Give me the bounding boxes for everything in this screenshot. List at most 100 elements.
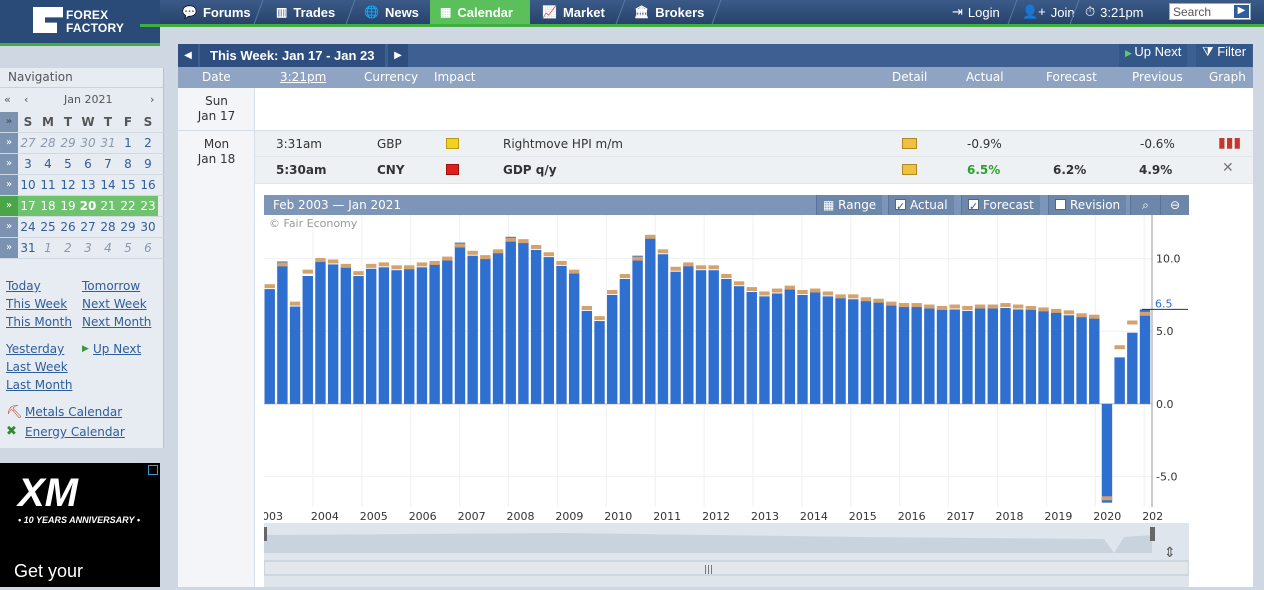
- link-up-next[interactable]: Up Next: [93, 342, 141, 356]
- calendar-day[interactable]: 31: [18, 238, 38, 258]
- nav-market[interactable]: 📈 Market: [532, 0, 615, 24]
- week-select-icon[interactable]: »: [0, 112, 18, 132]
- link-metals-calendar[interactable]: Metals Calendar: [25, 405, 122, 419]
- actual-checkbox[interactable]: [895, 197, 906, 217]
- scrollbar-grip-icon[interactable]: |||: [704, 565, 713, 575]
- ad-banner[interactable]: XM • 10 YEARS ANNIVERSARY • Get your: [0, 463, 160, 587]
- calendar-day[interactable]: 6: [78, 154, 98, 174]
- login-link[interactable]: ⇥ Login: [952, 0, 1000, 24]
- calendar-day[interactable]: 7: [98, 154, 118, 174]
- calendar-day[interactable]: 12: [58, 175, 78, 195]
- calendar-day[interactable]: 20: [78, 196, 98, 216]
- calendar-day[interactable]: 28: [38, 133, 58, 153]
- nav-trades[interactable]: ▥ Trades: [266, 0, 345, 24]
- calendar-day[interactable]: 28: [98, 217, 118, 237]
- week-select-icon[interactable]: »: [0, 238, 18, 258]
- zoom-out-icon[interactable]: ⊖: [1160, 195, 1189, 215]
- up-next-button[interactable]: ▶ Up Next: [1119, 44, 1188, 67]
- prev-month-icon[interactable]: ‹: [24, 93, 28, 106]
- event-row-gdp[interactable]: 5:30am CNY GDP q/y 6.5% 6.2% 4.9% ✕: [255, 157, 1253, 184]
- col-time[interactable]: 3:21pm: [280, 70, 326, 84]
- nav-calendar[interactable]: ▦ Calendar: [430, 0, 530, 24]
- nav-forums[interactable]: 💬 Forums: [172, 0, 261, 24]
- search-input[interactable]: Search ▶: [1169, 3, 1251, 20]
- calendar-day[interactable]: 29: [58, 133, 78, 153]
- calendar-day[interactable]: 30: [78, 133, 98, 153]
- week-select-icon[interactable]: »: [0, 217, 18, 237]
- nav-news[interactable]: 🌐 News: [354, 0, 429, 24]
- forecast-checkbox[interactable]: [968, 197, 979, 217]
- calendar-day[interactable]: 17: [18, 196, 38, 216]
- calendar-day[interactable]: 13: [78, 175, 98, 195]
- calendar-day[interactable]: 16: [138, 175, 158, 195]
- join-link[interactable]: 👤+ Join: [1022, 0, 1075, 24]
- calendar-day[interactable]: 18: [38, 196, 58, 216]
- event-row-rightmove[interactable]: 3:31am GBP Rightmove HPI m/m -0.9% -0.6%…: [255, 131, 1253, 157]
- close-graph-icon[interactable]: ✕: [1222, 160, 1234, 176]
- navigator-scrollbar[interactable]: [263, 560, 1190, 576]
- ad-choices-icon[interactable]: [148, 465, 158, 475]
- calendar-day[interactable]: 27: [18, 133, 38, 153]
- graph-bars-icon[interactable]: ▮▮▮: [1218, 135, 1241, 151]
- forecast-toggle[interactable]: Forecast: [961, 195, 1040, 217]
- calendar-day[interactable]: 23: [138, 196, 158, 216]
- link-this-month[interactable]: This Month: [6, 315, 72, 329]
- range-button[interactable]: ▦ Range: [816, 195, 883, 215]
- navigator-right-handle[interactable]: [1150, 527, 1155, 541]
- search-submit-icon[interactable]: ▶: [1234, 5, 1249, 18]
- calendar-day[interactable]: 25: [38, 217, 58, 237]
- link-next-month[interactable]: Next Month: [82, 315, 151, 329]
- calendar-day[interactable]: 3: [78, 238, 98, 258]
- calendar-day[interactable]: 24: [18, 217, 38, 237]
- detail-folder-icon[interactable]: [902, 138, 917, 149]
- calendar-day[interactable]: 14: [98, 175, 118, 195]
- calendar-day[interactable]: 26: [58, 217, 78, 237]
- chart-navigator[interactable]: ||| ⇕: [263, 523, 1190, 587]
- week-select-icon[interactable]: »: [0, 133, 18, 153]
- calendar-day[interactable]: 30: [138, 217, 158, 237]
- calendar-day[interactable]: 4: [98, 238, 118, 258]
- calendar-day[interactable]: 22: [118, 196, 138, 216]
- navigator-updown-icon[interactable]: ⇕: [1164, 545, 1176, 561]
- revision-toggle[interactable]: Revision: [1048, 195, 1127, 215]
- calendar-day[interactable]: 31: [98, 133, 118, 153]
- calendar-day[interactable]: 2: [58, 238, 78, 258]
- calendar-day[interactable]: 6: [138, 238, 158, 258]
- week-select-icon[interactable]: »: [0, 196, 18, 216]
- link-last-week[interactable]: Last Week: [6, 360, 68, 374]
- next-week-icon[interactable]: ▶: [388, 44, 408, 67]
- detail-folder-icon[interactable]: [902, 164, 917, 175]
- clock-time[interactable]: ⏱ 3:21pm: [1085, 0, 1144, 24]
- calendar-day[interactable]: 21: [98, 196, 118, 216]
- actual-toggle[interactable]: Actual: [888, 195, 954, 217]
- link-last-month[interactable]: Last Month: [6, 378, 72, 392]
- link-tomorrow[interactable]: Tomorrow: [82, 279, 140, 293]
- calendar-day[interactable]: 15: [118, 175, 138, 195]
- calendar-day[interactable]: 5: [58, 154, 78, 174]
- navigator-left-handle[interactable]: [264, 527, 267, 541]
- calendar-day[interactable]: 1: [118, 133, 138, 153]
- calendar-day[interactable]: 10: [18, 175, 38, 195]
- zoom-in-icon[interactable]: ⌕: [1130, 195, 1160, 215]
- calendar-day[interactable]: 9: [138, 154, 158, 174]
- revision-checkbox[interactable]: [1055, 199, 1066, 210]
- event-title[interactable]: Rightmove HPI m/m: [503, 137, 623, 151]
- calendar-day[interactable]: 5: [118, 238, 138, 258]
- calendar-day[interactable]: 1: [38, 238, 58, 258]
- calendar-day[interactable]: 3: [18, 154, 38, 174]
- link-energy-calendar[interactable]: Energy Calendar: [25, 425, 125, 439]
- impact-high-icon[interactable]: [446, 164, 459, 175]
- link-next-week[interactable]: Next Week: [82, 297, 147, 311]
- next-month-icon[interactable]: ›: [150, 93, 154, 106]
- link-this-week[interactable]: This Week: [6, 297, 67, 311]
- prev-week-icon[interactable]: ◀: [178, 44, 198, 67]
- week-select-icon[interactable]: »: [0, 154, 18, 174]
- nav-brokers[interactable]: 🏛 Brokers: [624, 0, 714, 24]
- calendar-day[interactable]: 11: [38, 175, 58, 195]
- impact-low-icon[interactable]: [446, 138, 459, 149]
- calendar-day[interactable]: 27: [78, 217, 98, 237]
- prev-year-icon[interactable]: «: [4, 93, 11, 106]
- calendar-day[interactable]: 19: [58, 196, 78, 216]
- link-yesterday[interactable]: Yesterday: [6, 342, 64, 356]
- forex-factory-logo[interactable]: FOREX FACTORY: [0, 0, 160, 46]
